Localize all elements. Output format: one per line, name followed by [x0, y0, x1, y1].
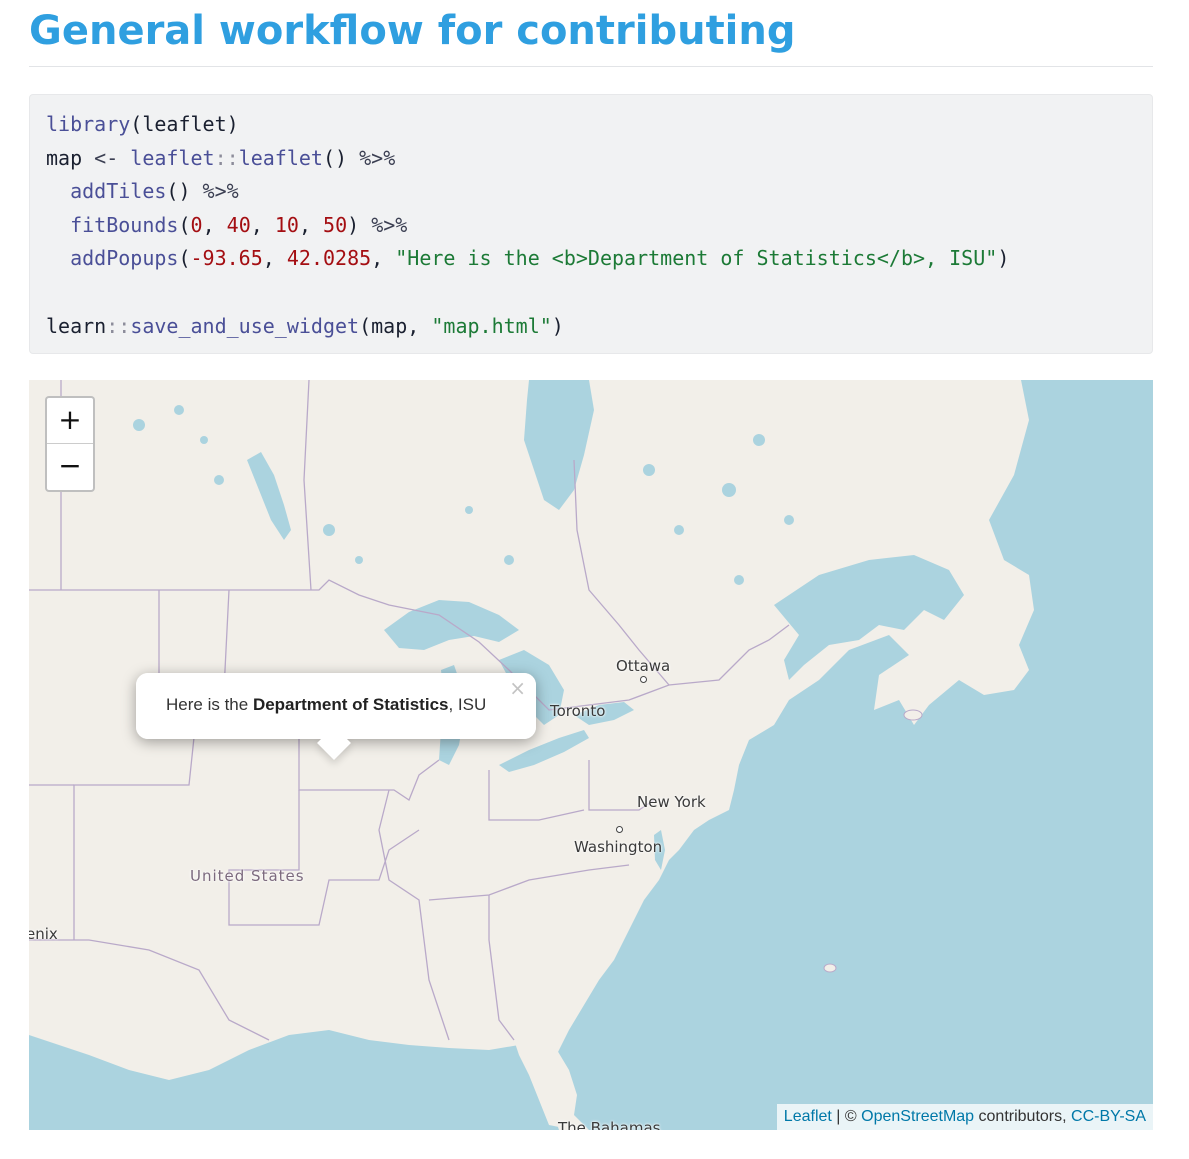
popup-bold-text: Department of Statistics [252, 695, 449, 714]
code-line-4: fitBounds(0, 40, 10, 50) %>% [70, 212, 408, 237]
label-united-states: United States [190, 867, 305, 885]
code-line-3: addTiles() %>% [70, 179, 239, 204]
zoom-out-button[interactable]: − [47, 443, 93, 489]
label-ottawa: Ottawa [616, 657, 671, 675]
code-line-7: learn::save_and_use_widget(map, "map.htm… [46, 313, 564, 338]
code-block: library(leaflet) map <- leaflet::leaflet… [29, 94, 1153, 354]
island-bermuda [823, 963, 837, 973]
popup-content: Here is the Department of Statistics, IS… [166, 695, 487, 714]
page-title: General workflow for contributing [29, 8, 796, 54]
map-attribution: Leaflet | © OpenStreetMap contributors, … [776, 1104, 1153, 1130]
code-line-5: addPopups(-93.65, 42.0285, "Here is the … [70, 246, 1010, 271]
title-divider [29, 66, 1153, 67]
island-sable [903, 709, 923, 721]
code-text: library(leaflet) map <- leaflet::leaflet… [46, 108, 1009, 343]
osm-link[interactable]: OpenStreetMap [861, 1108, 974, 1125]
map-tiles[interactable] [29, 380, 1153, 1130]
map-popup: Here is the Department of Statistics, IS… [136, 673, 536, 760]
license-link[interactable]: CC-BY-SA [1071, 1108, 1146, 1125]
leaflet-link[interactable]: Leaflet [784, 1108, 832, 1125]
label-washington: Washington [574, 838, 663, 856]
city-marker-washington [616, 826, 623, 833]
label-toronto: Toronto [550, 702, 606, 720]
label-bahamas: The Bahamas [558, 1119, 661, 1130]
code-line-1: library(leaflet) [46, 112, 239, 136]
leaflet-map[interactable]: + − Ottawa Toronto New York Washington U… [29, 380, 1153, 1130]
zoom-control: + − [45, 396, 95, 492]
label-phoenix-partial: enix [29, 925, 58, 943]
code-line-2: map <- leaflet::leaflet() %>% [46, 145, 396, 170]
popup-close-icon[interactable]: × [509, 677, 526, 699]
label-new-york: New York [637, 793, 706, 811]
zoom-in-button[interactable]: + [47, 398, 93, 443]
city-marker-ottawa [640, 676, 647, 683]
